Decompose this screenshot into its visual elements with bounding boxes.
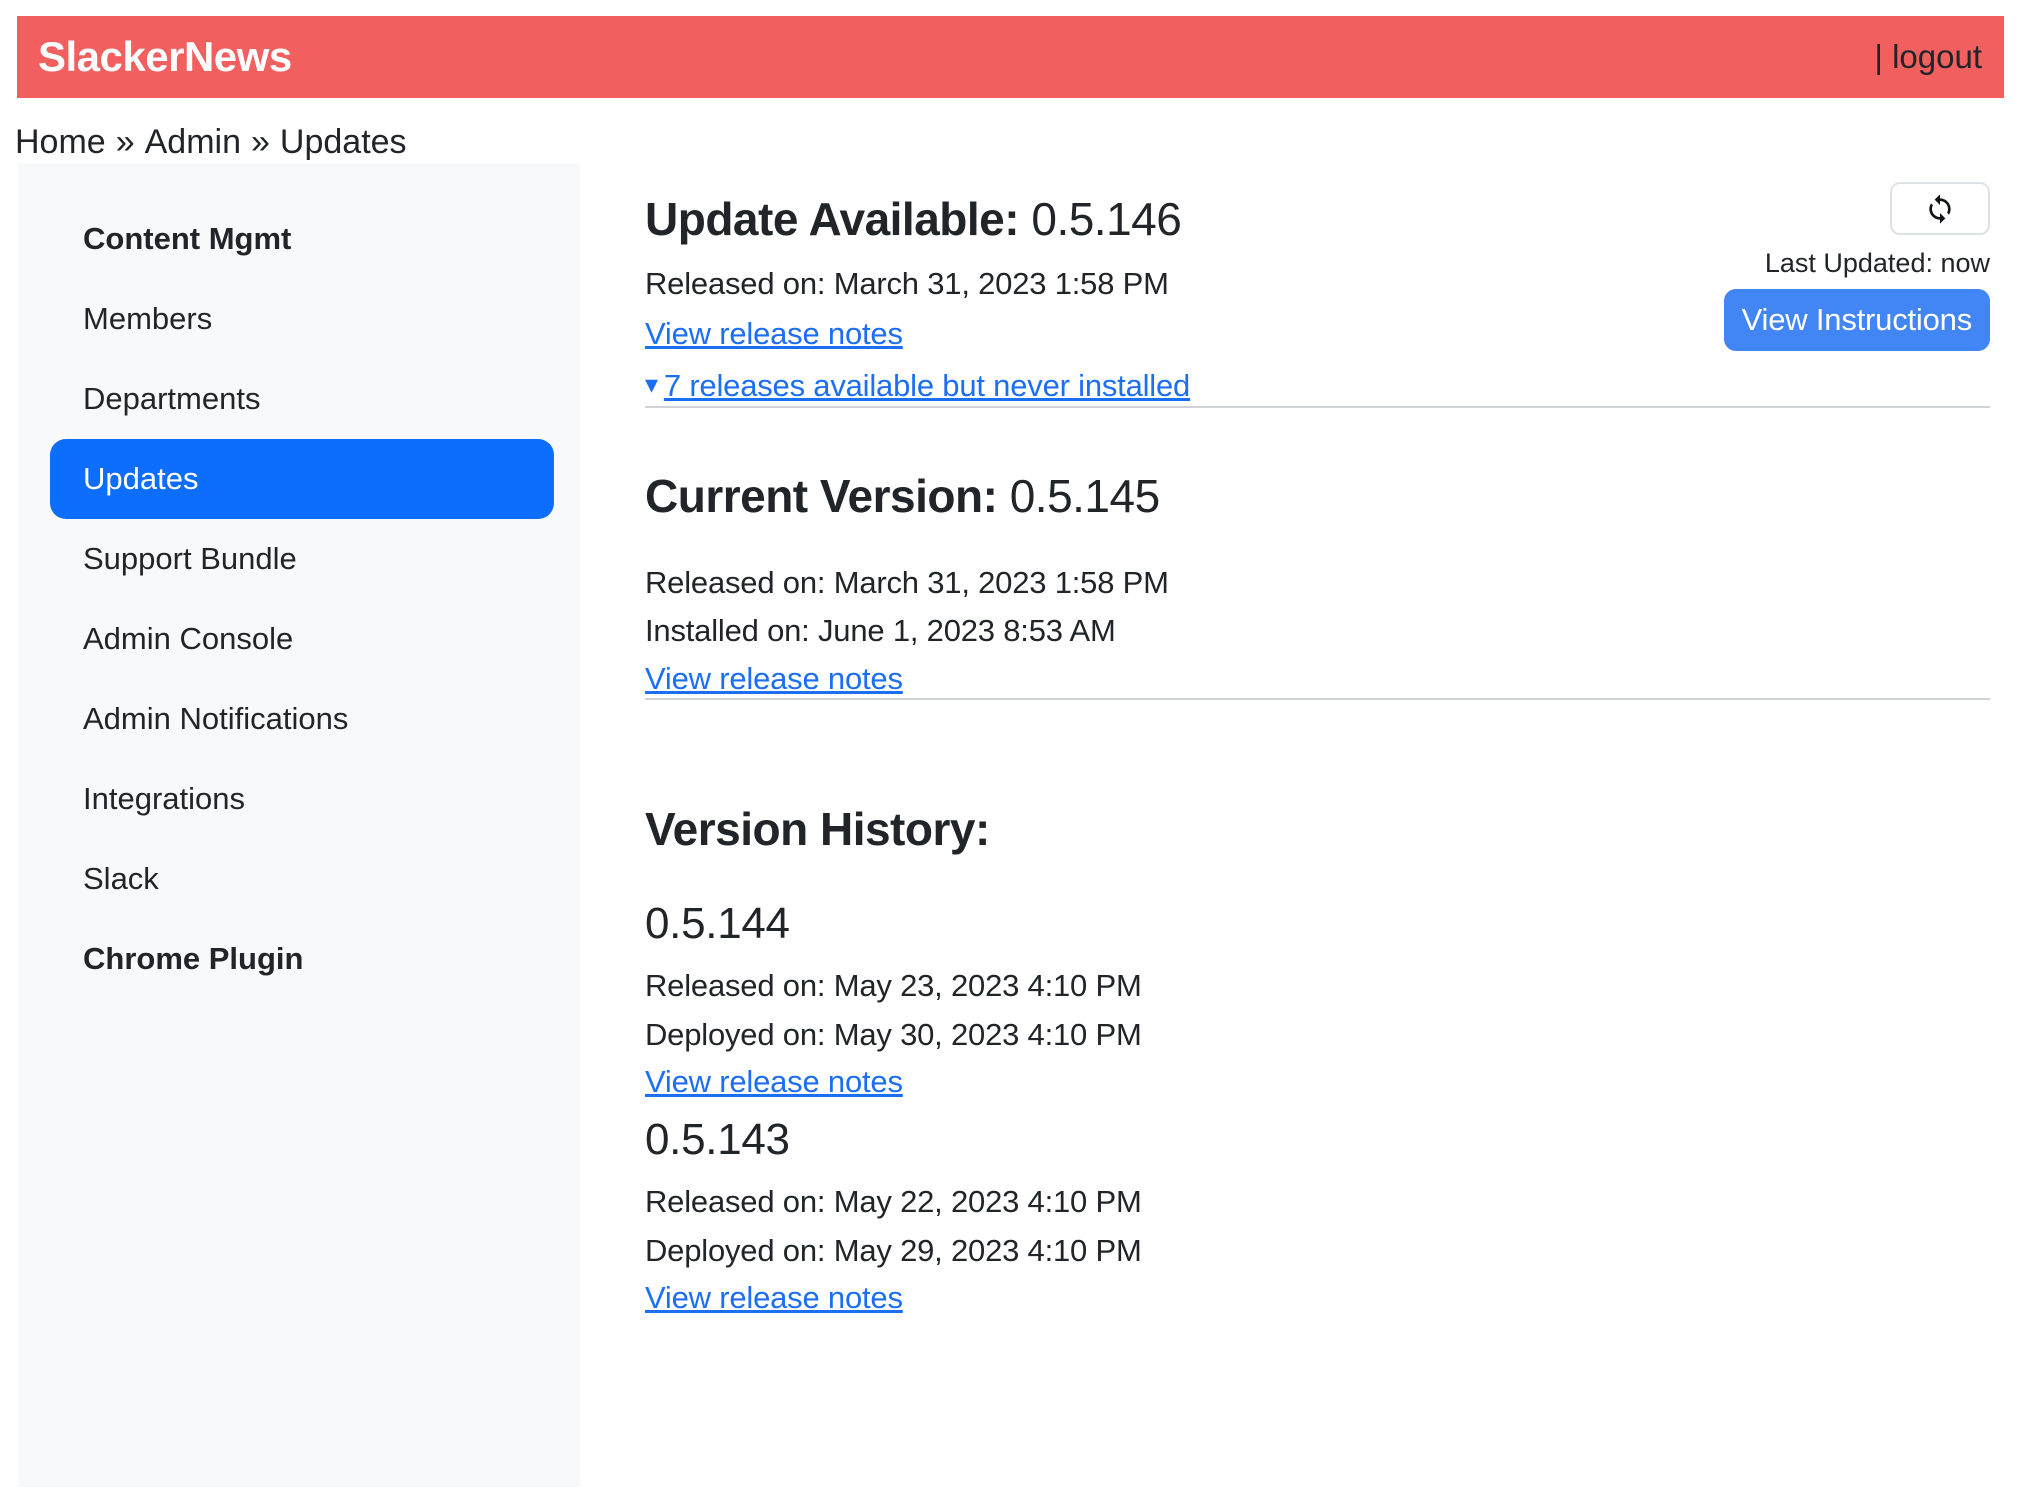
current-version-heading: Current Version: 0.5.145 bbox=[645, 470, 1990, 522]
history-deployed-on: Deployed on: May 30, 2023 4:10 PM bbox=[645, 1016, 1990, 1054]
sidebar-item-admin-console[interactable]: Admin Console bbox=[50, 599, 554, 679]
current-version-label: Current Version: bbox=[645, 470, 997, 522]
view-release-notes-link[interactable]: View release notes bbox=[645, 1063, 903, 1101]
history-release-notes-row: View release notes bbox=[645, 1063, 1990, 1101]
update-controls: Last Updated: now View Instructions bbox=[1724, 163, 1990, 351]
sidebar-item-support-bundle[interactable]: Support Bundle bbox=[50, 519, 554, 599]
last-updated-text: Last Updated: now bbox=[1765, 250, 1990, 277]
history-version-number: 0.5.144 bbox=[645, 899, 1990, 949]
sidebar-item-content-mgmt[interactable]: Content Mgmt bbox=[50, 199, 554, 279]
version-history-section: Version History: 0.5.144 Released on: Ma… bbox=[645, 803, 1990, 1317]
update-released-on: Released on: March 31, 2023 1:58 PM bbox=[645, 265, 1190, 303]
update-available-heading: Update Available: 0.5.146 bbox=[645, 193, 1190, 245]
sidebar-item-integrations[interactable]: Integrations bbox=[50, 759, 554, 839]
releases-toggle-label: 7 releases available but never installed bbox=[664, 368, 1190, 403]
section-divider bbox=[645, 406, 1990, 408]
current-installed-on: Installed on: June 1, 2023 8:53 AM bbox=[645, 612, 1990, 650]
view-instructions-button[interactable]: View Instructions bbox=[1724, 289, 1990, 351]
breadcrumb-separator: » bbox=[251, 123, 270, 161]
refresh-icon bbox=[1924, 193, 1956, 225]
breadcrumb-separator: » bbox=[116, 123, 135, 161]
update-available-label: Update Available: bbox=[645, 193, 1019, 245]
history-released-on: Released on: May 23, 2023 4:10 PM bbox=[645, 967, 1990, 1005]
current-release-notes-row: View release notes bbox=[645, 660, 1990, 698]
sidebar-item-departments[interactable]: Departments bbox=[50, 359, 554, 439]
history-version-number: 0.5.143 bbox=[645, 1115, 1990, 1165]
sidebar-item-slack[interactable]: Slack bbox=[50, 839, 554, 919]
sidebar-menu: Content Mgmt Members Departments Updates… bbox=[50, 199, 554, 999]
history-deployed-on: Deployed on: May 29, 2023 4:10 PM bbox=[645, 1232, 1990, 1270]
current-version-section: Current Version: 0.5.145 Released on: Ma… bbox=[645, 470, 1990, 698]
version-history-heading: Version History: bbox=[645, 803, 1990, 855]
brand-logo: SlackerNews bbox=[38, 33, 292, 81]
admin-sidebar: Content Mgmt Members Departments Updates… bbox=[18, 163, 580, 1487]
caret-down-icon: ▾ bbox=[645, 365, 658, 403]
version-history-entry: 0.5.143 Released on: May 22, 2023 4:10 P… bbox=[645, 1115, 1990, 1317]
history-released-on: Released on: May 22, 2023 4:10 PM bbox=[645, 1183, 1990, 1221]
releases-toggle-link[interactable]: ▾7 releases available but never installe… bbox=[645, 367, 1190, 406]
releases-toggle-row: ▾7 releases available but never installe… bbox=[645, 367, 1190, 406]
view-release-notes-link[interactable]: View release notes bbox=[645, 1279, 903, 1317]
breadcrumb-admin[interactable]: Admin bbox=[145, 123, 241, 161]
version-history-entry: 0.5.144 Released on: May 23, 2023 4:10 P… bbox=[645, 899, 1990, 1101]
update-available-version: 0.5.146 bbox=[1031, 193, 1181, 245]
top-navbar: SlackerNews | logout bbox=[17, 16, 2004, 98]
sidebar-item-updates[interactable]: Updates bbox=[50, 439, 554, 519]
updates-page-content: Update Available: 0.5.146 Released on: M… bbox=[645, 163, 1990, 1317]
refresh-button[interactable] bbox=[1890, 182, 1990, 235]
sidebar-item-chrome-plugin[interactable]: Chrome Plugin bbox=[50, 919, 554, 999]
history-release-notes-row: View release notes bbox=[645, 1279, 1990, 1317]
view-release-notes-link[interactable]: View release notes bbox=[645, 660, 903, 698]
sidebar-item-members[interactable]: Members bbox=[50, 279, 554, 359]
current-released-on: Released on: March 31, 2023 1:58 PM bbox=[645, 564, 1990, 602]
breadcrumb-home[interactable]: Home bbox=[15, 123, 106, 161]
section-divider bbox=[645, 698, 1990, 700]
view-release-notes-link[interactable]: View release notes bbox=[645, 315, 903, 353]
breadcrumb: Home » Admin » Updates bbox=[15, 121, 407, 163]
breadcrumb-updates: Updates bbox=[280, 123, 407, 161]
update-available-section: Update Available: 0.5.146 Released on: M… bbox=[645, 163, 1990, 406]
logout-link[interactable]: | logout bbox=[1874, 38, 1982, 76]
update-available-info: Update Available: 0.5.146 Released on: M… bbox=[645, 163, 1190, 406]
current-version-number: 0.5.145 bbox=[1010, 470, 1160, 522]
sidebar-item-admin-notifications[interactable]: Admin Notifications bbox=[50, 679, 554, 759]
update-release-notes-row: View release notes bbox=[645, 315, 1190, 353]
